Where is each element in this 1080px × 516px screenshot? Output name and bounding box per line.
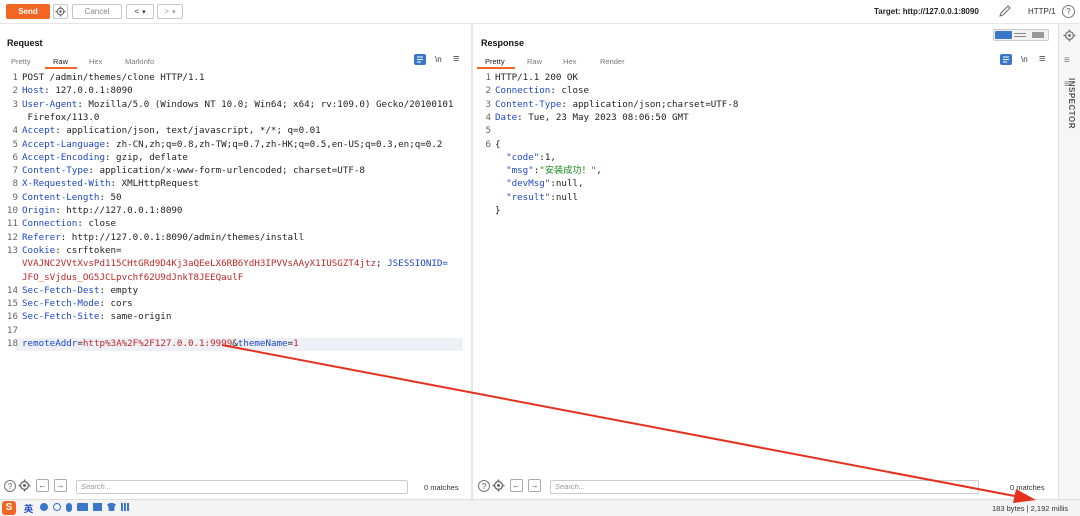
annotation-arrow-line — [221, 344, 1021, 498]
annotation-arrowhead — [1013, 489, 1036, 503]
annotation-arrow — [221, 344, 1036, 503]
